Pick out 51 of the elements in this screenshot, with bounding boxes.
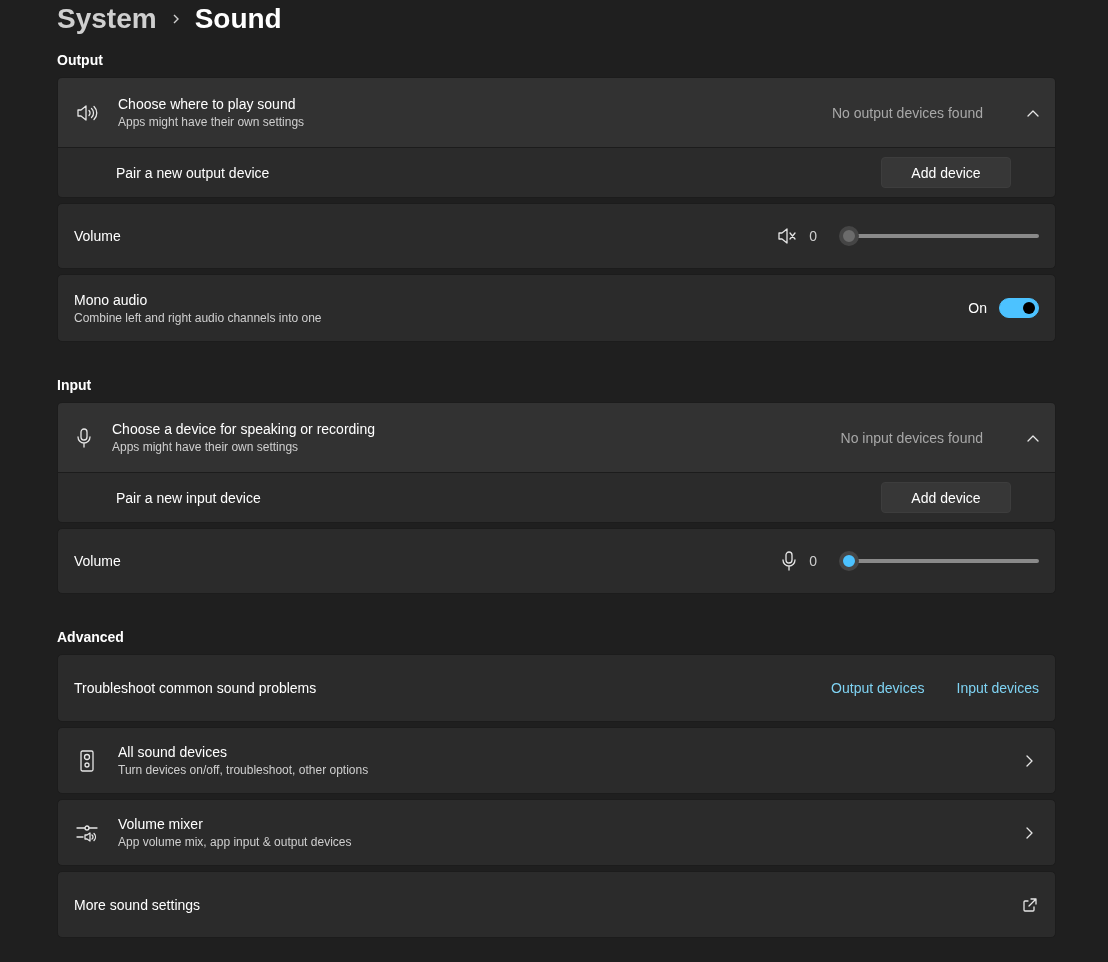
setting-title: Choose where to play sound (118, 96, 297, 112)
device-picker-header[interactable]: Choose a device for speaking or recording Apps might have their own settings No input devices found (58, 403, 1055, 473)
device-picker-header[interactable]: Choose where to play sound Apps might have their own settings No output devices found (58, 78, 1055, 148)
volume-value: 0 (809, 228, 817, 244)
toggle-switch[interactable] (999, 298, 1039, 318)
setting-title: All sound devices (118, 744, 228, 760)
section-title: Output (57, 52, 104, 69)
slider-thumb[interactable] (839, 551, 859, 571)
section-title: Input (57, 377, 93, 394)
setting-title: Volume mixer (118, 816, 204, 832)
breadcrumb-parent[interactable]: System (57, 3, 157, 35)
nav-card[interactable]: More sound settings (57, 871, 1056, 938)
external-link-icon (1023, 897, 1037, 912)
speaker-icon (76, 103, 98, 122)
mixer-icon (76, 823, 98, 842)
setting-title: Pair a new input device (116, 489, 261, 506)
volume-value: 0 (809, 553, 817, 569)
troubleshoot-link[interactable]: Output devices (831, 680, 925, 696)
nav-card[interactable]: Volume mixer App volume mix, app input & output devices (57, 799, 1056, 866)
nav-card[interactable]: All sound devices Turn devices on/off, troubleshoot, other options (57, 727, 1056, 794)
chevron-right-icon (1025, 754, 1033, 767)
volume-slider[interactable] (839, 551, 1039, 571)
device-status: No input devices found (840, 429, 983, 446)
microphone-icon (76, 427, 92, 448)
speaker-box-icon (80, 749, 94, 772)
setting-title: Pair a new output device (116, 164, 270, 181)
setting-subtitle: Apps might have their own settings (112, 440, 300, 454)
toggle-state: On (968, 300, 987, 316)
slider-thumb[interactable] (839, 226, 859, 246)
setting-title: Troubleshoot common sound problems (74, 680, 317, 696)
section-title: Advanced (57, 629, 125, 646)
setting-title: Volume (74, 553, 121, 569)
setting-title: Choose a device for speaking or recording (112, 421, 377, 437)
setting-title: More sound settings (74, 896, 201, 913)
page-title: Sound (194, 3, 282, 35)
add-device-button[interactable]: Add device (881, 157, 1011, 188)
microphone-icon (781, 551, 798, 571)
add-device-button[interactable]: Add device (881, 482, 1011, 513)
chevron-icon (1027, 108, 1039, 117)
setting-subtitle: Apps might have their own settings (118, 115, 306, 129)
troubleshoot-link[interactable]: Input devices (956, 680, 1039, 696)
setting-subtitle: Combine left and right audio channels into one (74, 310, 323, 325)
chevron-icon (1027, 433, 1039, 442)
chevron-right-icon (1025, 826, 1033, 839)
setting-subtitle: App volume mix, app input & output devices (118, 835, 353, 849)
mute-icon (777, 228, 798, 244)
device-status: No output devices found (832, 104, 983, 121)
setting-subtitle: Turn devices on/off, troubleshoot, other options (118, 763, 370, 777)
setting-title: Mono audio (74, 291, 149, 308)
setting-title: Volume (74, 228, 121, 244)
volume-slider[interactable] (839, 226, 1039, 246)
